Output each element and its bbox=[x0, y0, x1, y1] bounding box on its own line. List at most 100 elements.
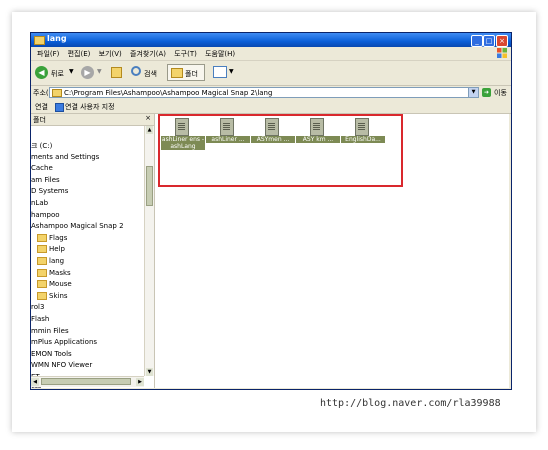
tree-item[interactable]: nLab bbox=[31, 199, 48, 207]
tree-item-label: am Files bbox=[31, 175, 60, 184]
file-name: ashLiner ... bbox=[206, 136, 250, 143]
go-arrow-icon[interactable]: ➜ bbox=[482, 88, 491, 97]
tree-item-label: Masks bbox=[49, 268, 71, 277]
tree-item[interactable]: rol3 bbox=[31, 303, 44, 311]
file-item[interactable]: EnglishDa... bbox=[341, 118, 385, 158]
minimize-button[interactable]: _ bbox=[471, 35, 483, 47]
tree-item[interactable]: ments and Settings bbox=[31, 153, 99, 161]
folder-icon bbox=[37, 233, 47, 242]
folders-pane-header: 폴더 × bbox=[31, 114, 154, 126]
tree-item[interactable]: Flags bbox=[37, 233, 68, 242]
go-label[interactable]: 이동 bbox=[494, 88, 507, 98]
address-value: C:\Program Files\Ashampoo\Ashampoo Magic… bbox=[64, 89, 273, 97]
folder-icon bbox=[37, 245, 47, 254]
forward-icon[interactable]: ▶ bbox=[81, 66, 94, 79]
search-icon[interactable] bbox=[131, 66, 141, 76]
views-icon[interactable] bbox=[213, 66, 227, 78]
tree-item-label: Mouse bbox=[49, 280, 72, 289]
tree-item-label: ments and Settings bbox=[31, 152, 100, 161]
document-icon bbox=[175, 118, 189, 136]
scroll-left-icon[interactable]: ◀ bbox=[31, 378, 39, 386]
tree-item[interactable]: Skins bbox=[37, 291, 68, 300]
back-label[interactable]: 뒤로 bbox=[51, 69, 64, 79]
tree-item[interactable]: Masks bbox=[37, 268, 71, 277]
file-item[interactable]: ashLiner ... bbox=[206, 118, 250, 158]
tree-item-label: rol3 bbox=[31, 303, 45, 312]
folders-vertical-scrollbar[interactable]: ▲ ▼ bbox=[144, 126, 154, 376]
file-item[interactable]: ashLiner ens - ashLang bbox=[161, 118, 205, 158]
back-dropdown-icon[interactable]: ▼ bbox=[69, 68, 74, 75]
tree-item[interactable]: mPlus Applications bbox=[31, 338, 97, 346]
blog-watermark: http://blog.naver.com/rla39988 bbox=[320, 398, 501, 409]
views-dropdown-icon[interactable]: ▼ bbox=[229, 68, 234, 75]
tree-item-label: lang bbox=[49, 257, 65, 265]
toolbar: ◀ 뒤로 ▼ ▶ ▼ 검색 폴더 ▼ bbox=[31, 61, 511, 86]
tree-item[interactable]: Flash bbox=[31, 315, 49, 323]
folder-icon bbox=[34, 36, 45, 45]
tree-item[interactable]: Mouse bbox=[37, 280, 72, 289]
file-name: ASYmen ... bbox=[251, 136, 295, 143]
title-bar: lang _ □ × bbox=[31, 33, 511, 47]
file-name: ASY km ... bbox=[296, 136, 340, 143]
tree-item[interactable]: am Files bbox=[31, 176, 60, 184]
tree-item[interactable]: Cache bbox=[31, 164, 53, 172]
file-list-pane: ashLiner ens - ashLang ashLiner ... ASYm… bbox=[155, 114, 509, 388]
address-input[interactable]: C:\Program Files\Ashampoo\Ashampoo Magic… bbox=[49, 87, 479, 98]
document-icon bbox=[355, 118, 369, 136]
search-label[interactable]: 검색 bbox=[144, 69, 157, 79]
tree-item[interactable]: 크 (C:) bbox=[31, 141, 52, 151]
tree-item[interactable]: Help bbox=[37, 245, 65, 254]
menu-file[interactable]: 파일(F) bbox=[37, 49, 59, 59]
menu-favorites[interactable]: 즐겨찾기(A) bbox=[130, 49, 166, 59]
forward-dropdown-icon[interactable]: ▼ bbox=[97, 68, 102, 75]
address-dropdown-icon[interactable]: ▼ bbox=[468, 88, 478, 97]
tree-item[interactable]: lang bbox=[37, 257, 64, 265]
horizontal-scroll-thumb[interactable] bbox=[41, 378, 131, 385]
scroll-down-icon[interactable]: ▼ bbox=[146, 368, 153, 376]
document-icon bbox=[220, 118, 234, 136]
scroll-thumb[interactable] bbox=[146, 166, 153, 206]
address-bar: 주소(D) C:\Program Files\Ashampoo\Ashampoo… bbox=[31, 86, 511, 100]
menu-help[interactable]: 도움말(H) bbox=[205, 49, 235, 59]
tree-item-label: D Systems bbox=[31, 187, 69, 196]
links-item[interactable]: 연결 사용자 지정 bbox=[65, 102, 115, 112]
links-label: 연결 bbox=[35, 103, 48, 111]
maximize-button[interactable]: □ bbox=[483, 35, 495, 47]
up-folder-icon[interactable] bbox=[111, 67, 122, 78]
tree-item-label: hampoo bbox=[31, 210, 60, 219]
folders-pane-close-icon[interactable]: × bbox=[145, 114, 151, 122]
tree-item-label: nLab bbox=[31, 199, 49, 207]
folders-pane: 폴더 × 크 (C:) ments and Settings Cache am Fil… bbox=[31, 114, 155, 388]
file-item[interactable]: ASY km ... bbox=[296, 118, 340, 158]
folder-icon bbox=[52, 89, 62, 97]
menu-edit[interactable]: 편집(E) bbox=[68, 49, 91, 59]
scroll-up-icon[interactable]: ▲ bbox=[146, 126, 153, 134]
scroll-right-icon[interactable]: ▶ bbox=[136, 378, 144, 386]
tree-item-label: Cache bbox=[31, 164, 53, 173]
windows-logo-icon bbox=[497, 48, 507, 58]
tree-item-label: Flags bbox=[49, 233, 68, 242]
tree-item[interactable]: mmin Files bbox=[31, 327, 69, 335]
folders-pane-title: 폴더 bbox=[33, 116, 46, 124]
file-item[interactable]: ASYmen ... bbox=[251, 118, 295, 158]
tree-item[interactable]: D Systems bbox=[31, 187, 68, 195]
tree-item-label: Ashampoo Magical Snap 2 bbox=[31, 222, 124, 231]
back-icon[interactable]: ◀ bbox=[35, 66, 48, 79]
menu-bar: 파일(F) 편집(E) 보기(V) 즐겨찾기(A) 도구(T) 도움말(H) bbox=[31, 47, 511, 61]
tree-item[interactable]: WMN NFO Viewer bbox=[31, 361, 92, 369]
tree-item[interactable]: hampoo bbox=[31, 211, 60, 219]
tree-item-label: Help bbox=[49, 245, 65, 254]
folders-horizontal-scrollbar[interactable]: ◀ ▶ bbox=[31, 376, 144, 387]
links-bar: 연결 연결 사용자 지정 bbox=[31, 101, 511, 114]
tree-item[interactable]: Ashampoo Magical Snap 2 bbox=[31, 222, 124, 230]
menu-view[interactable]: 보기(V) bbox=[99, 49, 122, 59]
tree-item[interactable]: EMON Tools bbox=[31, 350, 72, 358]
folder-icon bbox=[37, 291, 47, 300]
close-button[interactable]: × bbox=[496, 35, 508, 47]
menu-tools[interactable]: 도구(T) bbox=[174, 49, 197, 59]
file-name: ashLiner ens - ashLang bbox=[161, 136, 205, 150]
tree-item-label: mmin Files bbox=[31, 326, 69, 335]
folder-icon bbox=[37, 257, 47, 265]
folder-icon bbox=[171, 68, 183, 78]
folders-button[interactable]: 폴더 bbox=[167, 64, 205, 81]
